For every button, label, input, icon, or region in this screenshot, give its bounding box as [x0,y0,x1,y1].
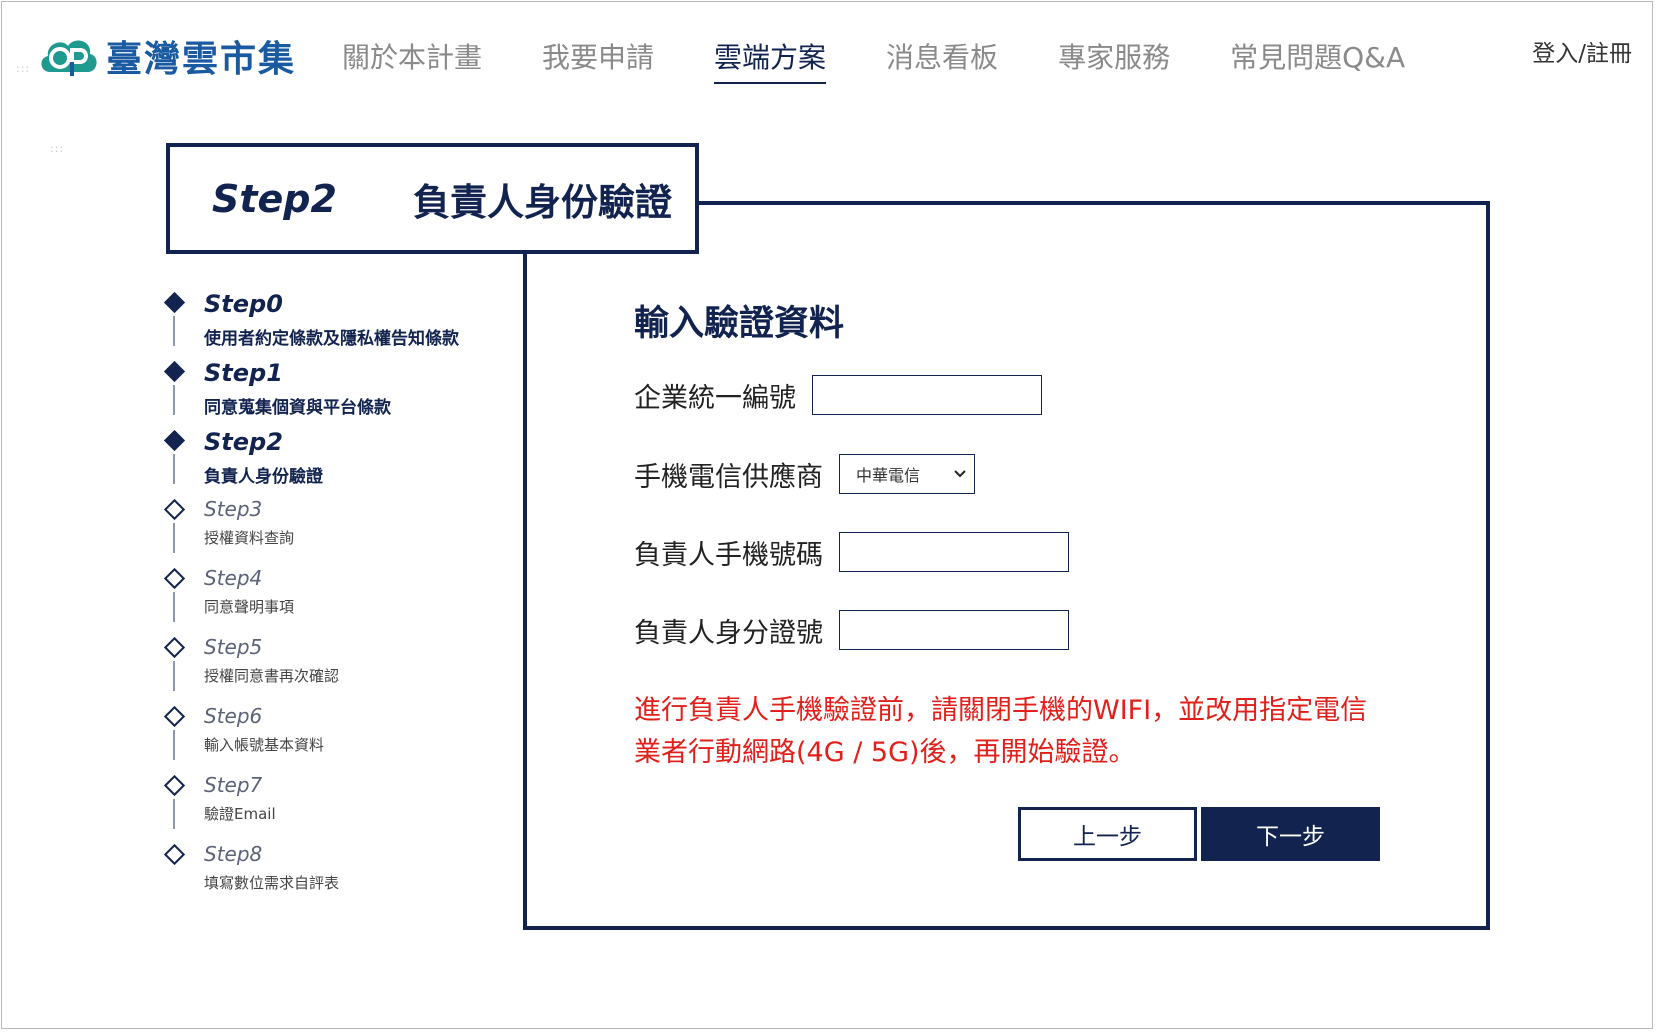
step-item: Step2 負責人身份驗證 [160,428,500,497]
step-item: Step0 使用者約定條款及隱私權告知條款 [160,290,500,359]
step-item: Step1 同意蒐集個資與平台條款 [160,359,500,428]
step-number: Step6 [204,704,263,728]
step-number: Step4 [204,566,263,590]
step-pending-icon [163,774,186,797]
nav-news[interactable]: 消息看板 [886,36,998,84]
step-connector [173,730,175,760]
grip-icon: ::: [50,142,65,155]
step-pending-icon [163,567,186,590]
step-description: 輸入帳號基本資料 [204,736,325,754]
step-number: Step8 [204,842,263,866]
company-id-input[interactable] [812,375,1042,415]
step-current-icon [163,429,186,452]
chevron-down-icon [954,470,966,478]
step-description: 負責人身份驗證 [204,467,323,487]
company-id-label: 企業統一編號 [634,382,796,414]
step-pending-icon [163,636,186,659]
step-description: 填寫數位需求自評表 [204,874,340,892]
step-description: 使用者約定條款及隱私權告知條款 [204,329,459,349]
step-description: 同意聲明事項 [204,598,295,616]
company-id-row: 企業統一編號 [634,375,1042,415]
title-step: Step2 [212,176,337,221]
step-item: Step5 授權同意書再次確認 [160,635,500,704]
previous-step-button[interactable]: 上一步 [1018,807,1197,861]
step-progress: Step0 使用者約定條款及隱私權告知條款 Step1 同意蒐集個資與平台條款 … [160,290,500,911]
phone-label: 負責人手機號碼 [634,539,823,571]
carrier-label: 手機電信供應商 [634,461,823,493]
national-id-label: 負責人身分證號 [634,617,823,649]
nav-cloud-solutions[interactable]: 雲端方案 [714,36,827,84]
step-number: Step1 [204,359,283,387]
step-completed-icon [163,360,186,383]
step-item: Step7 驗證Email [160,773,500,842]
step-number: Step5 [204,635,263,659]
page-title: 負責人身份驗證 [412,180,672,224]
step-connector [173,316,175,346]
step-number: Step7 [204,773,263,797]
step-connector [173,523,175,553]
nav-apply[interactable]: 我要申請 [542,36,654,84]
step-description: 同意蒐集個資與平台條款 [204,398,391,418]
step-description: 授權同意書再次確認 [204,667,340,685]
step-pending-icon [163,705,186,728]
nav-about[interactable]: 關於本計畫 [342,36,482,84]
step-connector [173,592,175,622]
brand-name: 臺灣雲市集 [106,39,297,80]
step-item: Step8 填寫數位需求自評表 [160,842,500,911]
step-completed-icon [163,291,186,314]
nav-faq[interactable]: 常見問題Q&A [1230,36,1405,84]
next-step-button[interactable]: 下一步 [1201,807,1380,861]
cloud-logo-icon [41,40,97,76]
nav-expert-service[interactable]: 專家服務 [1058,36,1170,84]
phone-row: 負責人手機號碼 [634,532,1069,572]
step-pending-icon [163,498,186,521]
step-number: Step0 [204,290,283,318]
step-connector [173,661,175,691]
national-id-row: 負責人身分證號 [634,610,1069,650]
step-description: 授權資料查詢 [204,529,295,547]
step-connector [173,454,175,484]
carrier-selected-value: 中華電信 [856,466,921,485]
step-number: Step2 [204,428,283,456]
page-title-box: Step2 負責人身份驗證 [166,143,699,254]
step-description: 驗證Email [204,805,276,823]
grip-icon: ::: [16,62,31,75]
step-number: Step3 [204,497,263,521]
wifi-warning-text: 進行負責人手機驗證前，請關閉手機的WIFI，並改用指定電信業者行動網路(4G /… [634,695,1368,768]
phone-input[interactable] [839,532,1069,572]
form-heading: 輸入驗證資料 [634,304,845,344]
step-pending-icon [163,843,186,866]
step-item: Step3 授權資料查詢 [160,497,500,566]
login-register-link[interactable]: 登入/註冊 [1532,34,1632,68]
carrier-select[interactable]: 中華電信 [839,454,975,494]
main-nav: 關於本計畫 我要申請 雲端方案 消息看板 專家服務 常見問題Q&A [342,36,1465,84]
step-connector [173,385,175,415]
step-item: Step4 同意聲明事項 [160,566,500,635]
site-logo[interactable]: 臺灣雲市集 [36,30,296,82]
step-connector [173,799,175,829]
national-id-input[interactable] [839,610,1069,650]
carrier-row: 手機電信供應商 中華電信 [634,454,975,494]
step-item: Step6 輸入帳號基本資料 [160,704,500,773]
